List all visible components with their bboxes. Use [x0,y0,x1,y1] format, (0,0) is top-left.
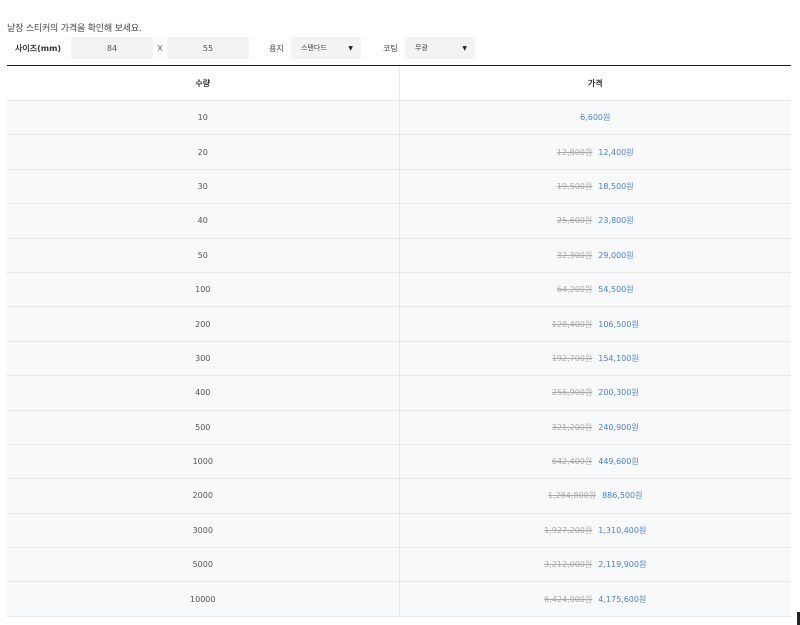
qty-cell: 1000 [7,444,400,479]
sale-price: 6,600원 [580,113,611,123]
original-price: 19,500원 [556,181,593,191]
price-table: 수량 가격 10 6,600원 20 12,800원 12,400원 30 19,500원 1… [7,65,791,617]
coating-label: 코팅 [383,43,398,53]
paper-select[interactable]: 스탠다드 ▼ [291,37,361,59]
price-cell: 256,900원 200,300원 [400,376,792,409]
table-row: 30 19,500원 18,500원 [7,169,792,205]
original-price: 25,600원 [556,216,593,226]
qty-cell: 2000 [7,479,400,513]
original-price: 1,927,200원 [544,525,593,535]
options-bar: 사이즈(mm) 84 X 55 용지 스탠다드 ▼ 코팅 무광 ▼ [7,36,475,60]
price-cell: 19,500원 18,500원 [400,170,792,203]
price-cell: 6,600원 [400,101,792,134]
sale-price: 54,500원 [598,285,634,295]
caret-down-icon: ▼ [462,44,467,52]
sale-price: 12,400원 [598,147,634,157]
price-calculator: 낱장 스티커의 가격을 확인해 보세요. 사이즈(mm) 84 X 55 용지 … [0,0,800,625]
table-row: 2000 1,284,800원 886,500원 [7,479,792,514]
caret-down-icon: ▼ [348,44,353,52]
sale-price: 29,000원 [598,250,634,260]
sale-price: 1,310,400원 [598,525,647,535]
original-price: 12,800원 [556,147,593,157]
table-row: 40 25,600원 23,800원 [7,204,792,239]
qty-cell: 50 [7,238,400,272]
table-row: 10000 6,424,000원 4,175,600원 [7,582,792,617]
sale-price: 154,100원 [598,353,639,363]
sale-price: 4,175,600원 [598,594,647,604]
qty-cell: 3000 [7,513,400,548]
table-row: 3000 1,927,200원 1,310,400원 [7,513,792,549]
original-price: 128,400원 [551,319,593,329]
table-row: 1000 642,400원 449,600원 [7,444,792,480]
coating-selected-value: 무광 [415,44,428,52]
qty-header: 수량 [7,66,400,100]
price-cell: 1,284,800원 886,500원 [400,479,792,512]
width-input[interactable]: 84 [71,37,153,59]
price-cell: 3,212,000원 2,119,900원 [400,548,792,581]
price-cell: 64,200원 54,500원 [400,273,792,306]
original-price: 321,200원 [551,422,593,432]
table-row: 300 192,700원 154,100원 [7,341,792,377]
original-price: 192,700원 [551,353,593,363]
price-cell: 1,927,200원 1,310,400원 [400,514,792,547]
sale-price: 23,800원 [598,216,634,226]
qty-cell: 10 [7,101,400,135]
price-cell: 32,300원 29,000원 [400,239,792,272]
price-cell: 12,800원 12,400원 [400,135,792,168]
table-row: 10 6,600원 [7,101,792,136]
qty-cell: 30 [7,169,400,204]
qty-cell: 300 [7,341,400,376]
qty-cell: 200 [7,307,400,341]
original-price: 64,200원 [556,285,593,295]
price-cell: 6,424,000원 4,175,600원 [400,582,792,615]
coating-select[interactable]: 무광 ▼ [405,37,475,59]
sale-price: 886,500원 [602,491,643,501]
table-row: 400 256,900원 200,300원 [7,376,792,411]
price-cell: 25,600원 23,800원 [400,204,792,237]
sale-price: 200,300원 [598,388,639,398]
paper-label: 용지 [269,43,284,53]
original-price: 3,212,000원 [544,560,593,570]
table-row: 100 64,200원 54,500원 [7,272,792,308]
sale-price: 18,500원 [598,181,634,191]
qty-cell: 40 [7,204,400,238]
paper-selected-value: 스탠다드 [301,44,327,52]
table-body: 10 6,600원 20 12,800원 12,400원 30 19,500원 18,500원… [7,101,791,617]
sale-price: 106,500원 [598,319,639,329]
sale-price: 449,600원 [598,457,639,467]
qty-cell: 5000 [7,548,400,582]
size-label: 사이즈(mm) [15,43,62,53]
qty-cell: 400 [7,376,400,410]
size-separator: X [157,43,163,53]
price-header: 가격 [587,78,603,88]
original-price: 6,424,000원 [544,594,593,604]
original-price: 1,284,800원 [547,491,597,501]
price-cell: 642,400원 449,600원 [400,445,792,478]
original-price: 642,400원 [551,457,593,467]
original-price: 256,900원 [551,388,593,398]
price-cell: 321,200원 240,900원 [400,411,792,444]
table-row: 500 321,200원 240,900원 [7,410,792,445]
height-input[interactable]: 55 [167,37,249,59]
qty-cell: 20 [7,135,400,169]
table-row: 5000 3,212,000원 2,119,900원 [7,548,792,583]
qty-cell: 500 [7,410,400,444]
price-cell: 192,700원 154,100원 [400,342,792,375]
qty-cell: 10000 [7,582,400,616]
table-row: 200 128,400원 106,500원 [7,307,792,342]
sale-price: 2,119,900원 [598,560,647,570]
table-header: 수량 가격 [7,66,791,101]
sale-price: 240,900원 [598,422,639,432]
table-row: 50 32,300원 29,000원 [7,238,792,273]
price-cell: 128,400원 106,500원 [400,307,792,340]
qty-cell: 100 [7,272,400,307]
table-row: 20 12,800원 12,400원 [7,135,792,170]
intro-text: 낱장 스티커의 가격을 확인해 보세요. [7,24,142,34]
original-price: 32,300원 [556,250,593,260]
